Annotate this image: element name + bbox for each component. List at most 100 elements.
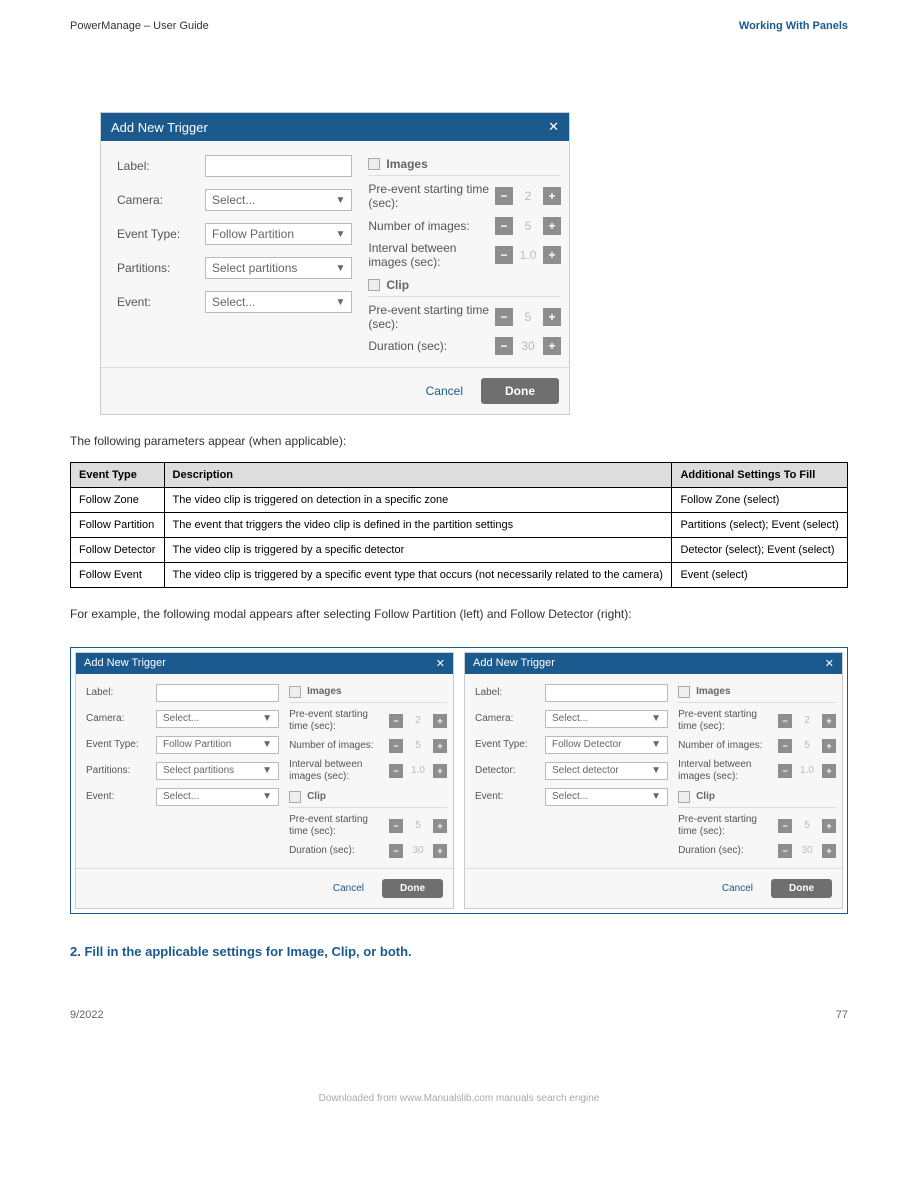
footer-page: 77: [836, 1009, 848, 1021]
cell: Follow Event: [71, 563, 165, 588]
minus-icon[interactable]: −: [778, 819, 792, 833]
th-description: Description: [164, 463, 672, 488]
minus-icon[interactable]: −: [495, 308, 513, 326]
images-checkbox[interactable]: [368, 158, 380, 170]
plus-icon[interactable]: +: [543, 246, 561, 264]
cancel-button[interactable]: Cancel: [333, 883, 364, 894]
camera-select[interactable]: Select...▼: [156, 710, 279, 728]
event-select[interactable]: Select...▼: [156, 788, 279, 806]
detector-select[interactable]: Select detector▼: [545, 762, 668, 780]
pre-event-clip-stepper[interactable]: −5+: [389, 819, 447, 833]
interval-stepper[interactable]: − 1.0 +: [495, 246, 561, 264]
minus-icon[interactable]: −: [389, 819, 403, 833]
minus-icon[interactable]: −: [778, 844, 792, 858]
minus-icon[interactable]: −: [389, 764, 403, 778]
modal-header: Add New Trigger ✕: [76, 653, 453, 674]
plus-icon[interactable]: +: [433, 844, 447, 858]
plus-icon[interactable]: +: [433, 739, 447, 753]
interval-stepper[interactable]: −1.0+: [389, 764, 447, 778]
plus-icon[interactable]: +: [433, 764, 447, 778]
done-button[interactable]: Done: [771, 879, 832, 898]
images-heading: Images: [386, 157, 427, 171]
clip-checkbox[interactable]: [289, 791, 301, 803]
camera-label: Camera:: [117, 193, 205, 207]
cancel-button[interactable]: Cancel: [722, 883, 753, 894]
minus-icon[interactable]: −: [778, 714, 792, 728]
download-footnote: Downloaded from www.Manualslib.com manua…: [0, 1081, 918, 1124]
minus-icon[interactable]: −: [778, 739, 792, 753]
num-images-stepper[interactable]: −5 +: [778, 739, 836, 753]
clip-checkbox[interactable]: [678, 791, 690, 803]
cell: Detector (select); Event (select): [672, 538, 848, 563]
event-label: Event:: [475, 791, 545, 802]
cancel-button[interactable]: Cancel: [426, 384, 463, 398]
minus-icon[interactable]: −: [495, 337, 513, 355]
th-event-type: Event Type: [71, 463, 165, 488]
interval-label: Interval between images (sec):: [368, 241, 495, 270]
event-select[interactable]: Select...▼: [545, 788, 668, 806]
done-button[interactable]: Done: [382, 879, 443, 898]
plus-icon[interactable]: +: [822, 764, 836, 778]
images-checkbox[interactable]: [678, 686, 690, 698]
plus-icon[interactable]: +: [822, 739, 836, 753]
done-button[interactable]: Done: [481, 378, 559, 404]
close-icon[interactable]: ✕: [825, 657, 834, 670]
cell: The video clip is triggered by a specifi…: [164, 538, 672, 563]
cell: The event that triggers the video clip i…: [164, 513, 672, 538]
plus-icon[interactable]: +: [822, 844, 836, 858]
close-icon[interactable]: ✕: [548, 119, 559, 135]
images-heading: Images: [307, 686, 341, 697]
plus-icon[interactable]: +: [543, 337, 561, 355]
event-label: Event:: [117, 295, 205, 309]
footer-date: 9/2022: [70, 1009, 104, 1021]
pre-event-clip-stepper[interactable]: −5+: [778, 819, 836, 833]
pre-event-clip-stepper[interactable]: − 5 +: [495, 308, 561, 326]
partitions-select[interactable]: Select partitions▼: [156, 762, 279, 780]
minus-icon[interactable]: −: [389, 714, 403, 728]
num-images-stepper[interactable]: −5+: [389, 739, 447, 753]
event-type-select[interactable]: Follow Partition▼: [205, 223, 352, 245]
event-select[interactable]: Select...▼: [205, 291, 352, 313]
camera-select[interactable]: Select...▼: [545, 710, 668, 728]
interval-stepper[interactable]: −1.0+: [778, 764, 836, 778]
minus-icon[interactable]: −: [495, 246, 513, 264]
minus-icon[interactable]: −: [495, 187, 513, 205]
label-input[interactable]: [156, 684, 279, 702]
label-input[interactable]: [545, 684, 668, 702]
clip-heading: Clip: [696, 791, 715, 802]
duration-stepper[interactable]: −30+: [389, 844, 447, 858]
clip-heading: Clip: [386, 278, 409, 292]
event-type-select[interactable]: Follow Detector▼: [545, 736, 668, 754]
pre-event-img-stepper[interactable]: − 2 +: [495, 187, 561, 205]
label-input[interactable]: [205, 155, 352, 177]
duration-stepper[interactable]: −30+: [778, 844, 836, 858]
close-icon[interactable]: ✕: [436, 657, 445, 670]
camera-select[interactable]: Select...▼: [205, 189, 352, 211]
plus-icon[interactable]: +: [433, 819, 447, 833]
num-images-value: 5: [796, 740, 818, 751]
event-type-select[interactable]: Follow Partition▼: [156, 736, 279, 754]
clip-checkbox[interactable]: [368, 279, 380, 291]
minus-icon[interactable]: −: [495, 217, 513, 235]
event-type-value: Follow Partition: [212, 227, 294, 241]
plus-icon[interactable]: +: [433, 714, 447, 728]
plus-icon[interactable]: +: [543, 187, 561, 205]
partitions-select[interactable]: Select partitions▼: [205, 257, 352, 279]
plus-icon[interactable]: +: [543, 308, 561, 326]
images-heading: Images: [696, 686, 730, 697]
event-type-label: Event Type:: [475, 739, 545, 750]
chevron-down-icon: ▼: [335, 195, 345, 206]
pre-event-img-stepper[interactable]: −2 +: [389, 714, 447, 728]
plus-icon[interactable]: +: [543, 217, 561, 235]
duration-stepper[interactable]: − 30 +: [495, 337, 561, 355]
pre-event-img-label: Pre-event starting time (sec):: [289, 709, 389, 733]
images-checkbox[interactable]: [289, 686, 301, 698]
num-images-stepper[interactable]: − 5 +: [495, 217, 561, 235]
minus-icon[interactable]: −: [778, 764, 792, 778]
plus-icon[interactable]: +: [822, 819, 836, 833]
pre-event-img-value: 2: [407, 715, 429, 726]
minus-icon[interactable]: −: [389, 844, 403, 858]
pre-event-img-stepper[interactable]: −2+: [778, 714, 836, 728]
minus-icon[interactable]: −: [389, 739, 403, 753]
plus-icon[interactable]: +: [822, 714, 836, 728]
